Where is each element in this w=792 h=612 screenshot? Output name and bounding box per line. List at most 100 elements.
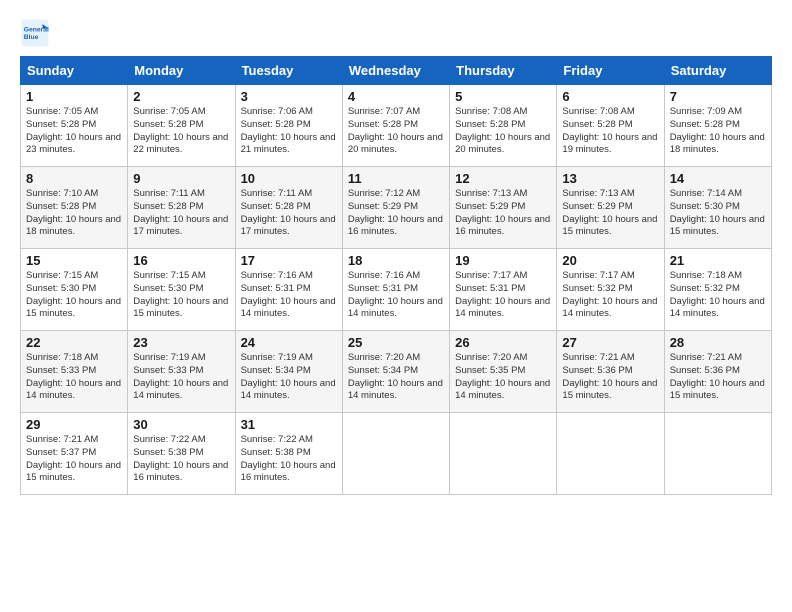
table-cell: 24 Sunrise: 7:19 AM Sunset: 5:34 PM Dayl…	[235, 331, 342, 413]
day-number: 15	[26, 253, 122, 268]
col-monday: Monday	[128, 57, 235, 85]
day-info: Sunrise: 7:18 AM Sunset: 5:32 PM Dayligh…	[670, 270, 766, 321]
day-number: 27	[562, 335, 658, 350]
day-info: Sunrise: 7:22 AM Sunset: 5:38 PM Dayligh…	[241, 434, 337, 485]
day-number: 16	[133, 253, 229, 268]
day-info: Sunrise: 7:21 AM Sunset: 5:37 PM Dayligh…	[26, 434, 122, 485]
table-cell: 26 Sunrise: 7:20 AM Sunset: 5:35 PM Dayl…	[450, 331, 557, 413]
day-info: Sunrise: 7:21 AM Sunset: 5:36 PM Dayligh…	[562, 352, 658, 403]
day-number: 24	[241, 335, 337, 350]
calendar-row: 15 Sunrise: 7:15 AM Sunset: 5:30 PM Dayl…	[21, 249, 772, 331]
table-cell	[557, 413, 664, 495]
day-number: 17	[241, 253, 337, 268]
day-info: Sunrise: 7:17 AM Sunset: 5:31 PM Dayligh…	[455, 270, 551, 321]
calendar-table: Sunday Monday Tuesday Wednesday Thursday…	[20, 56, 772, 495]
col-sunday: Sunday	[21, 57, 128, 85]
table-cell: 21 Sunrise: 7:18 AM Sunset: 5:32 PM Dayl…	[664, 249, 771, 331]
day-number: 5	[455, 89, 551, 104]
day-number: 22	[26, 335, 122, 350]
table-cell: 2 Sunrise: 7:05 AM Sunset: 5:28 PM Dayli…	[128, 85, 235, 167]
table-cell: 10 Sunrise: 7:11 AM Sunset: 5:28 PM Dayl…	[235, 167, 342, 249]
day-info: Sunrise: 7:15 AM Sunset: 5:30 PM Dayligh…	[133, 270, 229, 321]
day-number: 28	[670, 335, 766, 350]
table-cell: 22 Sunrise: 7:18 AM Sunset: 5:33 PM Dayl…	[21, 331, 128, 413]
day-info: Sunrise: 7:17 AM Sunset: 5:32 PM Dayligh…	[562, 270, 658, 321]
table-cell: 8 Sunrise: 7:10 AM Sunset: 5:28 PM Dayli…	[21, 167, 128, 249]
table-cell: 16 Sunrise: 7:15 AM Sunset: 5:30 PM Dayl…	[128, 249, 235, 331]
day-info: Sunrise: 7:05 AM Sunset: 5:28 PM Dayligh…	[26, 106, 122, 157]
table-cell	[342, 413, 449, 495]
table-cell: 18 Sunrise: 7:16 AM Sunset: 5:31 PM Dayl…	[342, 249, 449, 331]
day-info: Sunrise: 7:13 AM Sunset: 5:29 PM Dayligh…	[562, 188, 658, 239]
day-info: Sunrise: 7:14 AM Sunset: 5:30 PM Dayligh…	[670, 188, 766, 239]
calendar-row: 1 Sunrise: 7:05 AM Sunset: 5:28 PM Dayli…	[21, 85, 772, 167]
table-cell: 20 Sunrise: 7:17 AM Sunset: 5:32 PM Dayl…	[557, 249, 664, 331]
day-number: 10	[241, 171, 337, 186]
day-info: Sunrise: 7:12 AM Sunset: 5:29 PM Dayligh…	[348, 188, 444, 239]
day-info: Sunrise: 7:09 AM Sunset: 5:28 PM Dayligh…	[670, 106, 766, 157]
day-number: 9	[133, 171, 229, 186]
day-info: Sunrise: 7:21 AM Sunset: 5:36 PM Dayligh…	[670, 352, 766, 403]
table-cell: 4 Sunrise: 7:07 AM Sunset: 5:28 PM Dayli…	[342, 85, 449, 167]
table-cell: 6 Sunrise: 7:08 AM Sunset: 5:28 PM Dayli…	[557, 85, 664, 167]
day-info: Sunrise: 7:19 AM Sunset: 5:34 PM Dayligh…	[241, 352, 337, 403]
page: General Blue Sunday Monday Tuesday Wedne…	[0, 0, 792, 505]
logo-icon: General Blue	[20, 18, 50, 48]
table-cell: 29 Sunrise: 7:21 AM Sunset: 5:37 PM Dayl…	[21, 413, 128, 495]
calendar-header-row: Sunday Monday Tuesday Wednesday Thursday…	[21, 57, 772, 85]
svg-text:Blue: Blue	[24, 34, 39, 41]
table-cell: 17 Sunrise: 7:16 AM Sunset: 5:31 PM Dayl…	[235, 249, 342, 331]
logo: General Blue	[20, 18, 54, 48]
table-cell: 9 Sunrise: 7:11 AM Sunset: 5:28 PM Dayli…	[128, 167, 235, 249]
col-wednesday: Wednesday	[342, 57, 449, 85]
table-cell	[664, 413, 771, 495]
day-info: Sunrise: 7:13 AM Sunset: 5:29 PM Dayligh…	[455, 188, 551, 239]
day-number: 11	[348, 171, 444, 186]
table-cell: 25 Sunrise: 7:20 AM Sunset: 5:34 PM Dayl…	[342, 331, 449, 413]
day-number: 23	[133, 335, 229, 350]
day-info: Sunrise: 7:20 AM Sunset: 5:35 PM Dayligh…	[455, 352, 551, 403]
table-cell: 13 Sunrise: 7:13 AM Sunset: 5:29 PM Dayl…	[557, 167, 664, 249]
table-cell: 15 Sunrise: 7:15 AM Sunset: 5:30 PM Dayl…	[21, 249, 128, 331]
day-number: 30	[133, 417, 229, 432]
calendar-row: 8 Sunrise: 7:10 AM Sunset: 5:28 PM Dayli…	[21, 167, 772, 249]
day-info: Sunrise: 7:07 AM Sunset: 5:28 PM Dayligh…	[348, 106, 444, 157]
day-number: 7	[670, 89, 766, 104]
table-cell: 12 Sunrise: 7:13 AM Sunset: 5:29 PM Dayl…	[450, 167, 557, 249]
table-cell: 30 Sunrise: 7:22 AM Sunset: 5:38 PM Dayl…	[128, 413, 235, 495]
day-number: 2	[133, 89, 229, 104]
day-number: 20	[562, 253, 658, 268]
col-friday: Friday	[557, 57, 664, 85]
table-cell: 27 Sunrise: 7:21 AM Sunset: 5:36 PM Dayl…	[557, 331, 664, 413]
day-number: 19	[455, 253, 551, 268]
day-number: 3	[241, 89, 337, 104]
day-number: 8	[26, 171, 122, 186]
table-cell: 31 Sunrise: 7:22 AM Sunset: 5:38 PM Dayl…	[235, 413, 342, 495]
table-cell: 23 Sunrise: 7:19 AM Sunset: 5:33 PM Dayl…	[128, 331, 235, 413]
table-cell: 1 Sunrise: 7:05 AM Sunset: 5:28 PM Dayli…	[21, 85, 128, 167]
day-number: 29	[26, 417, 122, 432]
day-info: Sunrise: 7:16 AM Sunset: 5:31 PM Dayligh…	[241, 270, 337, 321]
calendar-row: 29 Sunrise: 7:21 AM Sunset: 5:37 PM Dayl…	[21, 413, 772, 495]
col-saturday: Saturday	[664, 57, 771, 85]
table-cell: 3 Sunrise: 7:06 AM Sunset: 5:28 PM Dayli…	[235, 85, 342, 167]
day-number: 1	[26, 89, 122, 104]
table-cell: 14 Sunrise: 7:14 AM Sunset: 5:30 PM Dayl…	[664, 167, 771, 249]
table-cell: 11 Sunrise: 7:12 AM Sunset: 5:29 PM Dayl…	[342, 167, 449, 249]
calendar-row: 22 Sunrise: 7:18 AM Sunset: 5:33 PM Dayl…	[21, 331, 772, 413]
table-cell: 19 Sunrise: 7:17 AM Sunset: 5:31 PM Dayl…	[450, 249, 557, 331]
day-number: 26	[455, 335, 551, 350]
day-info: Sunrise: 7:19 AM Sunset: 5:33 PM Dayligh…	[133, 352, 229, 403]
day-info: Sunrise: 7:22 AM Sunset: 5:38 PM Dayligh…	[133, 434, 229, 485]
col-thursday: Thursday	[450, 57, 557, 85]
table-cell	[450, 413, 557, 495]
day-info: Sunrise: 7:15 AM Sunset: 5:30 PM Dayligh…	[26, 270, 122, 321]
day-info: Sunrise: 7:06 AM Sunset: 5:28 PM Dayligh…	[241, 106, 337, 157]
day-number: 18	[348, 253, 444, 268]
day-info: Sunrise: 7:11 AM Sunset: 5:28 PM Dayligh…	[133, 188, 229, 239]
day-number: 12	[455, 171, 551, 186]
day-info: Sunrise: 7:16 AM Sunset: 5:31 PM Dayligh…	[348, 270, 444, 321]
day-info: Sunrise: 7:10 AM Sunset: 5:28 PM Dayligh…	[26, 188, 122, 239]
day-number: 31	[241, 417, 337, 432]
day-number: 4	[348, 89, 444, 104]
